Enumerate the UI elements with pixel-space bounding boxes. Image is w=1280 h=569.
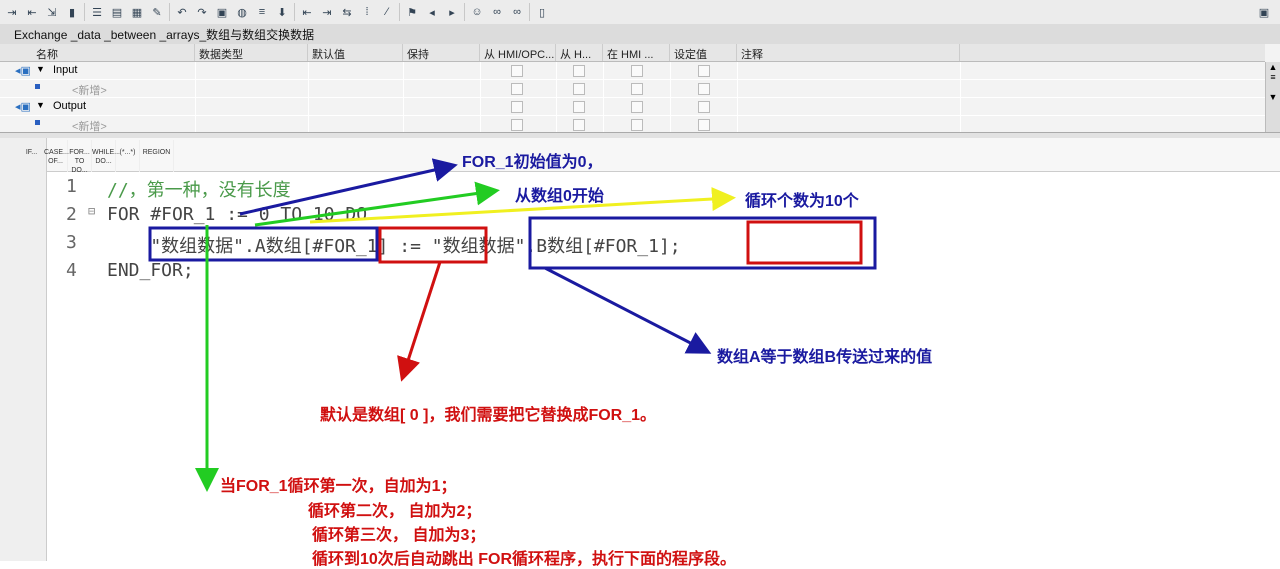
annotation-overlay xyxy=(148,158,877,492)
note-loop-1: 当FOR_1循环第一次，自加为1； xyxy=(220,478,457,495)
highlight-box-index-b xyxy=(746,220,863,265)
note-init: FOR_1初始值为0， xyxy=(462,154,603,171)
arrow-default xyxy=(397,261,442,382)
snippet-case[interactable]: CASE... OF... xyxy=(44,140,69,172)
note-start: 从数组0开始 xyxy=(515,188,604,205)
snippet-toolbar: IF... CASE... OF... FOR... TO DO... WHIL… xyxy=(20,140,174,174)
note-assign: 数组A等于数组B传送过来的值 xyxy=(717,349,933,366)
highlight-box-b-array xyxy=(528,216,877,270)
arrow-assign xyxy=(544,266,712,354)
arrow-start xyxy=(254,181,500,227)
snippet-if[interactable]: IF... xyxy=(20,140,44,172)
arrow-init xyxy=(239,158,458,216)
note-default: 默认是数组[ 0 ]，我们需要把它替换成FOR_1。 xyxy=(320,407,657,424)
highlight-box-a-array xyxy=(148,226,379,262)
note-loop-4: 循环到10次后自动跳出 FOR循环程序，执行下面的程序段。 xyxy=(312,551,737,568)
note-loop-2: 循环第二次， 自加为2； xyxy=(308,503,482,520)
note-count: 循环个数为10个 xyxy=(745,193,859,210)
snippet-region[interactable]: REGION xyxy=(140,140,174,172)
highlight-box-index-a xyxy=(378,226,488,264)
note-loop-3: 循环第三次， 自加为3； xyxy=(312,527,486,544)
snippet-for[interactable]: FOR... TO DO... xyxy=(68,140,92,174)
snippet-comment[interactable]: (*...*) xyxy=(116,140,140,172)
snippet-while[interactable]: WHILE... DO... xyxy=(92,140,120,172)
